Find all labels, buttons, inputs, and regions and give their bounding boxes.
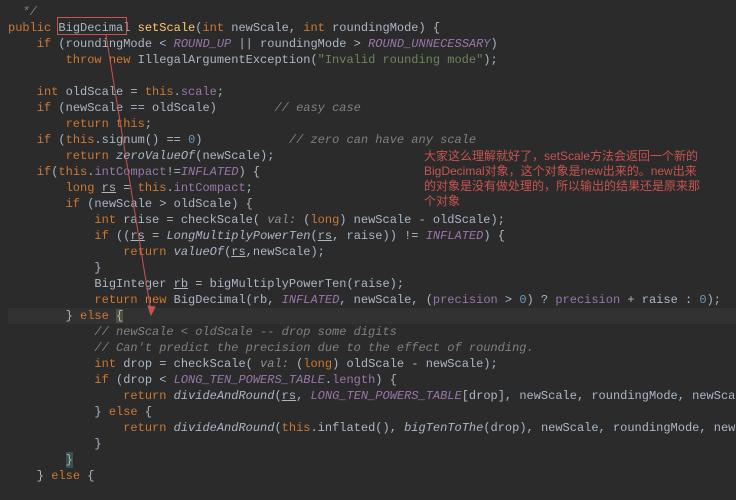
- code-line: }: [8, 452, 736, 468]
- code-line: if (roundingMode < ROUND_UP || roundingM…: [8, 36, 736, 52]
- code-line: if (newScale == oldScale) // easy case: [8, 100, 736, 116]
- code-line: return divideAndRound(rs, LONG_TEN_POWER…: [8, 388, 736, 404]
- code-line: */: [8, 4, 736, 20]
- code-line: if (drop < LONG_TEN_POWERS_TABLE.length)…: [8, 372, 736, 388]
- code-line: } else {: [8, 404, 736, 420]
- code-line-highlighted: } else {: [8, 308, 736, 324]
- code-line: return divideAndRound(this.inflated(), b…: [8, 420, 736, 436]
- code-line: if ((rs = LongMultiplyPowerTen(rs, raise…: [8, 228, 736, 244]
- annotation-text: 大家这么理解就好了，setScale方法会返回一个新的 BigDecimal对象…: [424, 149, 700, 209]
- code-line: return valueOf(rs,newScale);: [8, 244, 736, 260]
- code-line: // newScale < oldScale -- drop some digi…: [8, 324, 736, 340]
- code-line: int raise = checkScale( val: (long) newS…: [8, 212, 736, 228]
- code-line: if (this.signum() == 0) // zero can have…: [8, 132, 736, 148]
- code-line: int oldScale = this.scale;: [8, 84, 736, 100]
- code-line: // Can't predict the precision due to th…: [8, 340, 736, 356]
- code-line: return new BigDecimal(rb, INFLATED, newS…: [8, 292, 736, 308]
- code-line: } else {: [8, 468, 736, 484]
- code-editor[interactable]: */ public BigDecimal setScale(int newSca…: [8, 4, 736, 484]
- code-line: }: [8, 436, 736, 452]
- code-line: BigInteger rb = bigMultiplyPowerTen(rais…: [8, 276, 736, 292]
- code-line: }: [8, 260, 736, 276]
- code-line: int drop = checkScale( val: (long) oldSc…: [8, 356, 736, 372]
- code-line: throw new IllegalArgumentException("Inva…: [8, 52, 736, 68]
- code-line: public BigDecimal setScale(int newScale,…: [8, 20, 736, 36]
- code-line: return this;: [8, 116, 736, 132]
- code-line: [8, 68, 736, 84]
